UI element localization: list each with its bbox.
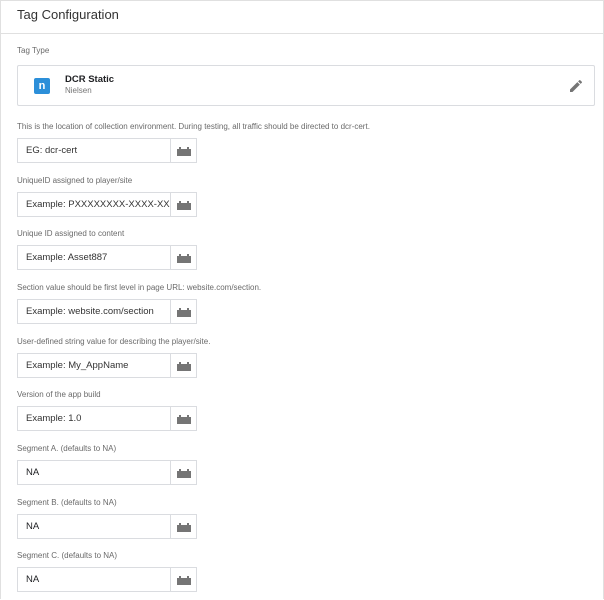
variable-picker-button[interactable] <box>170 192 197 217</box>
variable-brick-icon <box>176 200 191 210</box>
segment-c-input[interactable] <box>17 567 170 592</box>
segment-b-input[interactable] <box>17 514 170 539</box>
variable-brick-icon <box>176 575 191 585</box>
field-unique-id-player: UniqueID assigned to player/site <box>17 176 197 217</box>
field-label: User-defined string value for describing… <box>17 337 211 346</box>
panel-header: Tag Configuration <box>1 1 603 34</box>
variable-picker-button[interactable] <box>170 460 197 485</box>
field-label: This is the location of collection envir… <box>17 122 370 131</box>
tag-configuration-panel: Tag Configuration Tag Type n DCR Static … <box>0 0 604 599</box>
variable-picker-button[interactable] <box>170 567 197 592</box>
field-label: Version of the app build <box>17 390 101 399</box>
variable-brick-icon <box>176 414 191 424</box>
field-label: Segment A. (defaults to NA) <box>17 444 117 453</box>
segment-a-input[interactable] <box>17 460 170 485</box>
pencil-edit-icon[interactable] <box>568 78 584 94</box>
variable-brick-icon <box>176 253 191 263</box>
variable-brick-icon <box>176 468 191 478</box>
variable-brick-icon <box>176 307 191 317</box>
field-segment-c: Segment C. (defaults to NA) <box>17 551 197 592</box>
field-segment-b: Segment B. (defaults to NA) <box>17 498 197 539</box>
unique-id-content-input[interactable] <box>17 245 170 270</box>
variable-picker-button[interactable] <box>170 514 197 539</box>
variable-picker-button[interactable] <box>170 245 197 270</box>
app-name-input[interactable] <box>17 353 170 378</box>
field-unique-id-content: Unique ID assigned to content <box>17 229 197 270</box>
panel-title: Tag Configuration <box>17 7 119 22</box>
tag-type-label: Tag Type <box>17 46 50 55</box>
field-label: Section value should be first level in p… <box>17 283 262 292</box>
tag-type-name: DCR Static <box>65 74 115 85</box>
variable-brick-icon <box>176 146 191 156</box>
nielsen-logo-icon: n <box>34 78 50 94</box>
variable-brick-icon <box>176 361 191 371</box>
unique-id-player-input[interactable] <box>17 192 170 217</box>
field-app-name: User-defined string value for describing… <box>17 337 210 378</box>
variable-picker-button[interactable] <box>170 353 197 378</box>
tag-type-card[interactable]: n DCR Static Nielsen <box>17 65 595 106</box>
tag-type-vendor: Nielsen <box>65 86 92 95</box>
field-segment-a: Segment A. (defaults to NA) <box>17 444 197 485</box>
field-label: Unique ID assigned to content <box>17 229 125 238</box>
variable-picker-button[interactable] <box>170 138 197 163</box>
collection-environment-input[interactable] <box>17 138 170 163</box>
field-label: Segment B. (defaults to NA) <box>17 498 117 507</box>
field-collection-environment: This is the location of collection envir… <box>17 122 370 163</box>
field-label: Segment C. (defaults to NA) <box>17 551 118 560</box>
field-app-version: Version of the app build <box>17 390 197 431</box>
panel-content: Tag Type n DCR Static Nielsen This is th… <box>17 46 597 592</box>
variable-brick-icon <box>176 522 191 532</box>
field-section: Section value should be first level in p… <box>17 283 261 324</box>
section-input[interactable] <box>17 299 170 324</box>
app-version-input[interactable] <box>17 406 170 431</box>
variable-picker-button[interactable] <box>170 299 197 324</box>
field-label: UniqueID assigned to player/site <box>17 176 133 185</box>
variable-picker-button[interactable] <box>170 406 197 431</box>
